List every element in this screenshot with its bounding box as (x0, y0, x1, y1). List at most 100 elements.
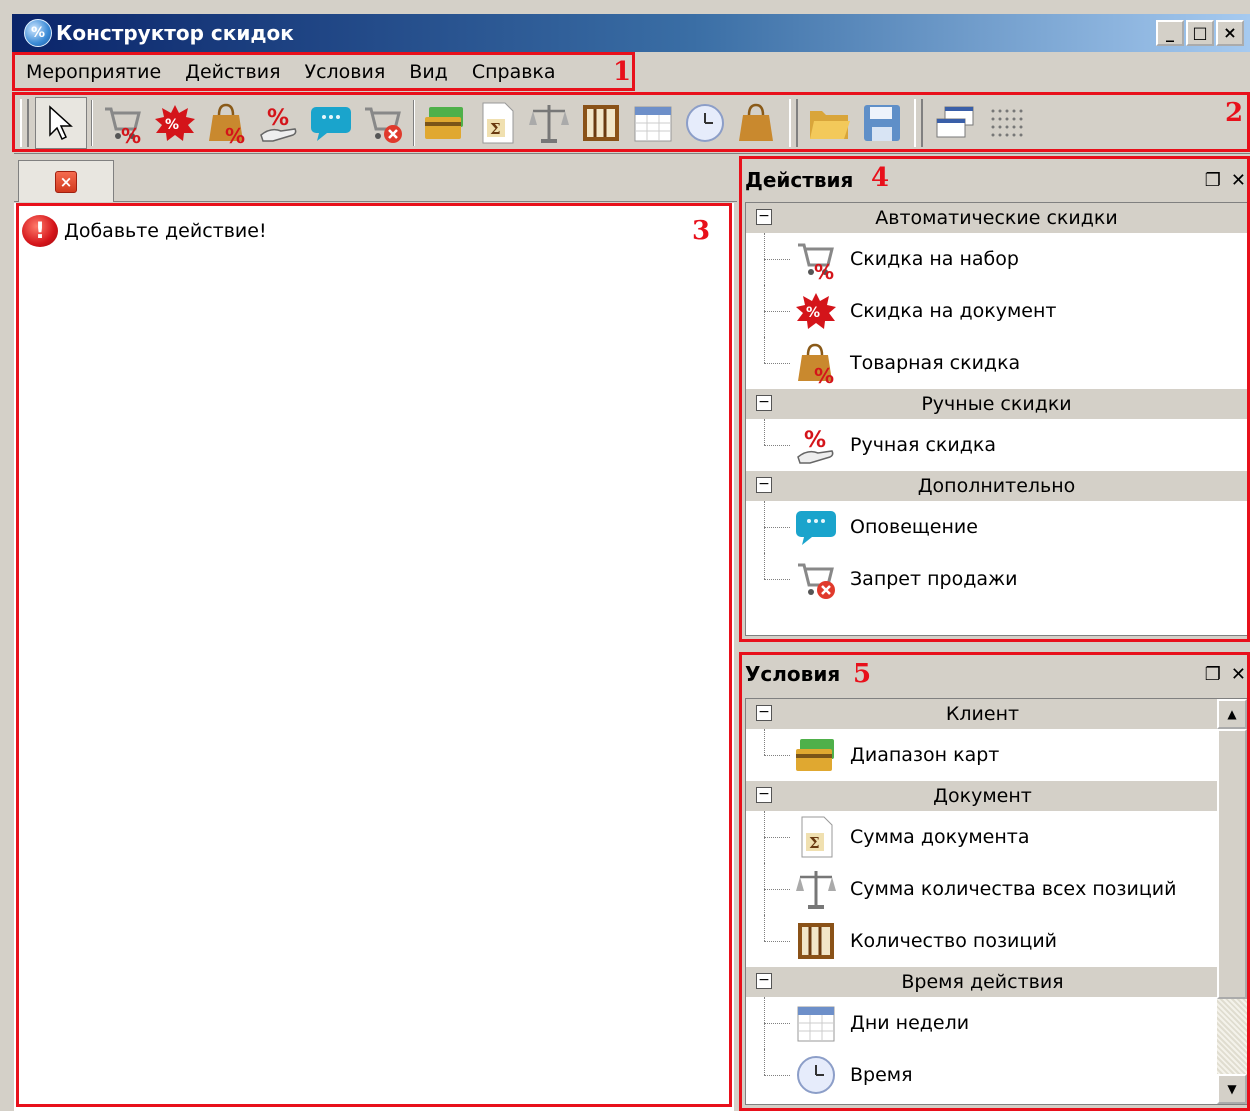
tree-group[interactable]: − Ручные скидки (746, 389, 1247, 419)
minimize-button[interactable]: _ (1156, 20, 1184, 46)
weekdays-button[interactable] (627, 97, 679, 149)
notification-button[interactable] (305, 97, 357, 149)
tree-group-label: Автоматические скидки (875, 207, 1118, 229)
tree-item-product-discount[interactable]: % Товарная скидка (746, 337, 1247, 389)
set-discount-button[interactable]: % (97, 97, 149, 149)
tree-item-sale-ban[interactable]: Запрет продажи (746, 553, 1247, 605)
tree-item-manual-discount[interactable]: % Ручная скидка (746, 419, 1247, 471)
collapse-icon[interactable]: − (756, 209, 772, 225)
open-button[interactable] (804, 97, 856, 149)
collapse-icon[interactable]: − (756, 395, 772, 411)
svg-text:%: % (165, 117, 179, 133)
window-cascade-button[interactable] (929, 97, 981, 149)
positions-count-button[interactable] (575, 97, 627, 149)
tree-group-label: Ручные скидки (921, 393, 1072, 415)
calendar-icon (792, 1001, 840, 1045)
tree-item-notification[interactable]: Оповещение (746, 501, 1247, 553)
tree-group[interactable]: − Автоматические скидки (746, 203, 1247, 233)
collapse-icon[interactable]: − (756, 787, 772, 803)
cart-cross-icon (361, 101, 405, 145)
grid-button[interactable] (981, 97, 1033, 149)
quantity-sum-button[interactable] (523, 97, 575, 149)
toolbar-separator (91, 100, 93, 146)
manual-discount-button[interactable]: % (253, 97, 305, 149)
tree-item-positions-count[interactable]: Количество позиций (746, 915, 1219, 967)
tree-group[interactable]: − Время действия (746, 967, 1219, 997)
close-panel-icon[interactable]: ✕ (1231, 664, 1246, 685)
tree-item-label: Запрет продажи (850, 568, 1018, 590)
document-tab[interactable]: × (18, 160, 114, 202)
speech-bubble-icon (792, 505, 840, 549)
tree-item-label: Скидка на документ (850, 300, 1057, 322)
tree-item-quantity-sum[interactable]: Сумма количества всех позиций (746, 863, 1219, 915)
dot-grid-icon (987, 105, 1027, 141)
window-controls: _ □ × (1156, 20, 1244, 46)
annotation-number-1: 1 (613, 57, 632, 87)
cart-cross-icon (792, 557, 840, 601)
toolbar-grip[interactable] (789, 99, 798, 147)
svg-text:%: % (225, 124, 245, 145)
float-panel-icon[interactable]: ❐ (1205, 170, 1221, 191)
menu-event[interactable]: Мероприятие (14, 61, 173, 83)
tree-group[interactable]: − Клиент (746, 699, 1219, 729)
product-discount-button[interactable]: % (201, 97, 253, 149)
menu-actions[interactable]: Действия (173, 61, 292, 83)
menu-help[interactable]: Справка (460, 61, 568, 83)
annotation-number-5: 5 (853, 659, 872, 689)
menu-bar: Мероприятие Действия Условия Вид Справка (14, 53, 1250, 91)
document-sum-button[interactable]: Σ (471, 97, 523, 149)
time-button[interactable] (679, 97, 731, 149)
tree-group[interactable]: − Документ (746, 781, 1219, 811)
scrollbar-thumb[interactable] (1217, 729, 1247, 999)
hand-percent-icon: % (792, 423, 840, 467)
collapse-icon[interactable]: − (756, 705, 772, 721)
close-tab-icon[interactable]: × (55, 170, 77, 193)
sigma-document-icon: Σ (792, 815, 840, 859)
collapse-icon[interactable]: − (756, 973, 772, 989)
products-button[interactable] (731, 97, 783, 149)
hand-percent-icon: % (257, 101, 301, 145)
tree-item-time[interactable]: Время (746, 1049, 1219, 1101)
shopping-bag-icon (735, 101, 779, 145)
bag-percent-icon: % (205, 101, 249, 145)
pointer-button[interactable] (35, 97, 87, 149)
svg-text:%: % (267, 106, 289, 131)
sale-ban-button[interactable] (357, 97, 409, 149)
abacus-icon (792, 919, 840, 963)
scroll-down-arrow-icon[interactable]: ▼ (1217, 1074, 1247, 1104)
toolbar-separator (413, 100, 415, 146)
svg-text:%: % (814, 364, 834, 385)
toolbar-grip[interactable] (20, 99, 29, 147)
document-area[interactable]: ! Добавьте действие! (14, 203, 734, 1111)
bag-percent-icon: % (792, 341, 840, 385)
tree-group-label: Время действия (901, 971, 1064, 993)
save-button[interactable] (856, 97, 908, 149)
tree-item-document-sum[interactable]: Σ Сумма документа (746, 811, 1219, 863)
tree-item-card-range[interactable]: Диапазон карт (746, 729, 1219, 781)
actions-panel-header: Действия ❐ ✕ (741, 158, 1250, 202)
float-panel-icon[interactable]: ❐ (1205, 664, 1221, 685)
close-button[interactable]: × (1216, 20, 1244, 46)
svg-text:%: % (804, 428, 826, 453)
close-panel-icon[interactable]: ✕ (1231, 170, 1246, 191)
annotation-number-4: 4 (871, 163, 890, 193)
tree-item-set-discount[interactable]: % Скидка на набор (746, 233, 1247, 285)
cards-icon (792, 733, 840, 777)
tree-item-document-discount[interactable]: % Скидка на документ (746, 285, 1247, 337)
collapse-icon[interactable]: − (756, 477, 772, 493)
tree-item-weekdays[interactable]: Дни недели (746, 997, 1219, 1049)
conditions-panel-header: Условия ❐ ✕ (741, 652, 1250, 696)
starburst-percent-icon: % (792, 289, 840, 333)
document-discount-button[interactable]: % (149, 97, 201, 149)
tree-item-label: Ручная скидка (850, 434, 996, 456)
menu-conditions[interactable]: Условия (293, 61, 398, 83)
conditions-panel: Условия ❐ ✕ − Клиент Диапазон карт − Док… (741, 652, 1250, 1111)
scroll-up-arrow-icon[interactable]: ▲ (1217, 699, 1247, 729)
clock-icon (792, 1053, 840, 1097)
card-range-button[interactable] (419, 97, 471, 149)
vertical-scrollbar[interactable]: ▲ ▼ (1217, 699, 1247, 1104)
tree-group[interactable]: − Дополнительно (746, 471, 1247, 501)
maximize-button[interactable]: □ (1186, 20, 1214, 46)
toolbar-grip[interactable] (914, 99, 923, 147)
menu-view[interactable]: Вид (397, 61, 460, 83)
